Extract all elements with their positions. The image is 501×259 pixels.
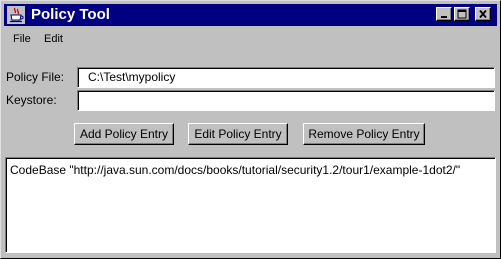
policy-tool-window: Policy Tool File Edit Policy File: C:\Te… [0, 0, 501, 259]
keystore-field[interactable] [77, 90, 495, 111]
remove-policy-entry-button[interactable]: Remove Policy Entry [303, 123, 425, 145]
policy-entry-list[interactable]: CodeBase "http://java.sun.com/docs/books… [5, 157, 496, 253]
maximize-icon [457, 9, 467, 19]
policy-file-field[interactable]: C:\Test\mypolicy [77, 67, 495, 88]
menu-bar: File Edit [4, 28, 497, 51]
policy-file-label: Policy File: [6, 70, 65, 84]
add-policy-entry-button[interactable]: Add Policy Entry [74, 123, 174, 145]
window-title: Policy Tool [31, 6, 110, 23]
menu-file[interactable]: File [13, 28, 31, 51]
java-cup-icon[interactable] [7, 6, 25, 24]
minimize-button[interactable] [436, 7, 452, 21]
close-icon [479, 9, 487, 19]
close-button[interactable] [475, 7, 491, 21]
maximize-button[interactable] [454, 7, 470, 21]
title-bar[interactable]: Policy Tool [4, 4, 497, 26]
menu-edit[interactable]: Edit [44, 28, 63, 51]
keystore-label: Keystore: [6, 93, 57, 107]
edit-policy-entry-button[interactable]: Edit Policy Entry [188, 123, 288, 145]
minimize-icon [441, 16, 447, 18]
main-panel: Policy File: C:\Test\mypolicy Keystore: … [4, 51, 497, 256]
list-item[interactable]: CodeBase "http://java.sun.com/docs/books… [10, 162, 460, 178]
